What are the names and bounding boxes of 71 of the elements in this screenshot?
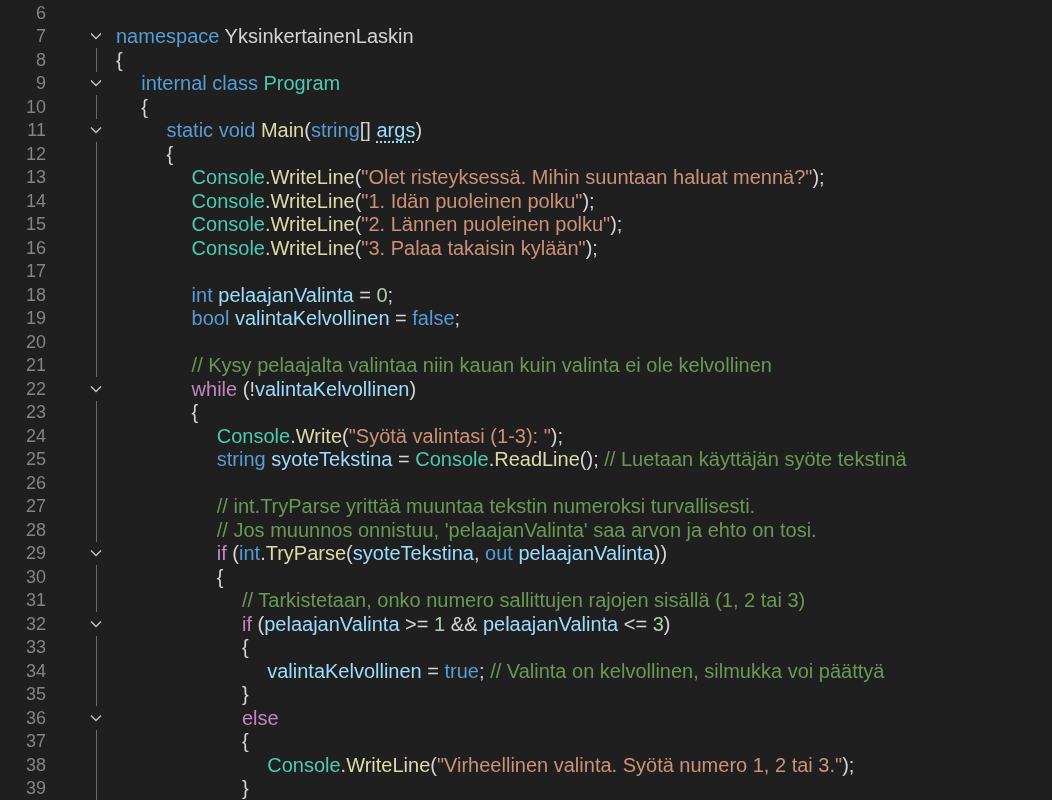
chevron-down-icon[interactable] (90, 713, 102, 722)
line-number: 34 (25, 661, 46, 680)
code-line: Console.WriteLine("1. Idän puoleinen polku"); (191, 190, 595, 211)
line-number: 26 (25, 473, 46, 492)
line-number: 25 (25, 450, 46, 469)
line-number: 18 (25, 285, 46, 304)
chevron-down-icon[interactable] (90, 549, 102, 558)
line-number: 13 (25, 168, 46, 187)
line-number: 37 (25, 732, 46, 751)
line-number: 31 (25, 591, 46, 610)
code-line: namespace YksinkertainenLaskin (116, 26, 414, 47)
line-number: 24 (25, 426, 46, 445)
line-number: 8 (36, 50, 46, 69)
line-number: 28 (25, 520, 46, 539)
code-line: // Kysy pelaajalta valintaa niin kauan kuin valinta ei ole kelvollinen (191, 355, 772, 376)
code-line: { (242, 731, 249, 752)
line-number: 10 (25, 97, 46, 116)
code-line: bool valintaKelvollinen = false; (191, 308, 461, 329)
line-number: 27 (25, 497, 46, 516)
code-line: int pelaajanValinta = 0; (191, 284, 394, 305)
chevron-down-icon[interactable] (90, 126, 102, 135)
line-number: 17 (25, 262, 46, 281)
code-line: if (int.TryParse(syoteTekstina, out pelaajanValinta)) (216, 543, 668, 564)
code-line: valintaKelvollinen = true; // Valinta on kelvollinen, silmukka voi päättyä (267, 660, 885, 681)
line-number: 36 (25, 708, 46, 727)
chevron-down-icon[interactable] (90, 384, 102, 393)
line-number: 9 (36, 74, 46, 93)
line-number: 33 (25, 638, 46, 657)
code-line: internal class Program (141, 73, 341, 94)
code-line: Console.Write("Syötä valintasi (1-3): "); (216, 425, 563, 446)
code-line: Console.WriteLine("Virheellinen valinta. Syötä numero 1, 2 tai 3."); (267, 754, 855, 775)
line-number: 29 (25, 544, 46, 563)
code-line: { (216, 566, 224, 587)
line-number: 21 (25, 356, 46, 375)
line-number: 6 (36, 3, 46, 22)
line-number: 32 (25, 614, 46, 633)
line-number: 20 (25, 332, 46, 351)
code-line: { (191, 402, 199, 423)
chevron-down-icon[interactable] (90, 79, 102, 88)
line-number: 38 (25, 755, 46, 774)
line-number: 12 (25, 144, 46, 163)
line-number: 7 (36, 27, 46, 46)
code-line: Console.WriteLine("Olet risteyksessä. Mihin suuntaan haluat mennä?"); (191, 167, 825, 188)
chevron-down-icon[interactable] (90, 32, 102, 41)
code-line: } (242, 684, 249, 705)
code-line: while (!valintaKelvollinen) (191, 378, 417, 399)
line-number: 11 (27, 121, 46, 140)
code-line: { (242, 637, 249, 658)
code-line: { (116, 49, 123, 70)
line-number: 22 (25, 379, 46, 398)
code-line: { (141, 96, 148, 117)
code-line: Console.WriteLine("3. Palaa takaisin kylään"); (191, 237, 598, 258)
code-line: if (pelaajanValinta >= 1 && pelaajanValinta <= 3) (242, 613, 671, 634)
line-number: 35 (25, 685, 46, 704)
code-line: Console.WriteLine("2. Lännen puoleinen polku"); (191, 214, 623, 235)
line-number: 19 (25, 309, 46, 328)
code-line: static void Main(string[] args) (166, 120, 423, 141)
code-line: } (242, 778, 249, 799)
code-line: { (166, 143, 174, 164)
code-line: // Tarkistetaan, onko numero sallittujen rajojen sisällä (1, 2 tai 3) (242, 590, 806, 611)
chevron-down-icon[interactable] (90, 619, 102, 628)
line-number: 39 (25, 779, 46, 798)
code-line: // Jos muunnos onnistuu, 'pelaajanValinta' saa arvon ja ehto on tosi. (216, 519, 817, 540)
code-line: string syoteTekstina = Console.ReadLine(); // Luetaan käyttäjän syöte tekstinä (216, 449, 907, 470)
code-line: else (242, 707, 279, 728)
code-line: // int.TryParse yrittää muuntaa tekstin numeroksi turvallisesti. (216, 496, 756, 517)
line-number: 16 (25, 238, 46, 257)
line-number: 23 (25, 403, 46, 422)
line-number: 15 (25, 215, 46, 234)
line-number: 14 (25, 191, 46, 210)
line-number: 30 (25, 567, 46, 586)
